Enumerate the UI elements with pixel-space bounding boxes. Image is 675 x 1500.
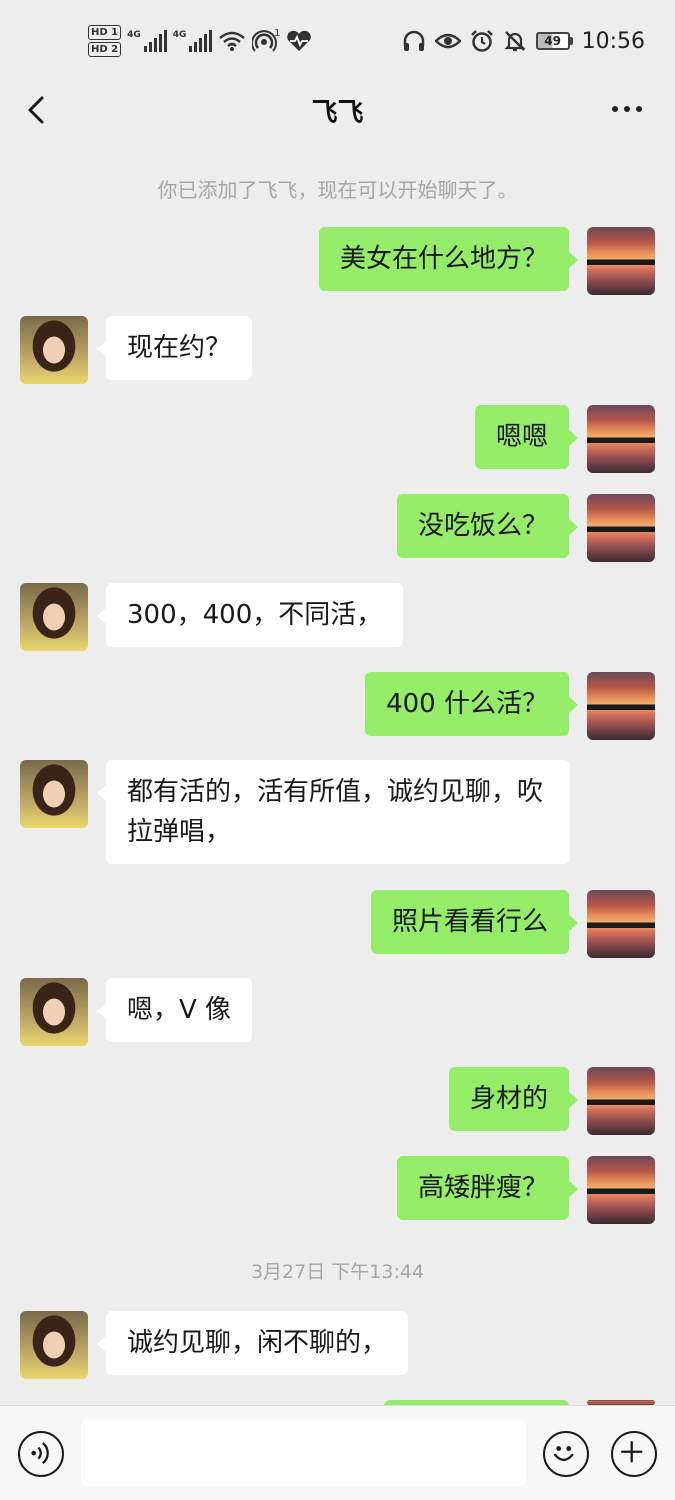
status-bar-left: HD 1 HD 2 4G 4G 1 — [88, 22, 312, 60]
network-type-label-2: 4G — [172, 30, 187, 40]
plus-icon — [620, 1440, 643, 1463]
message-bubble-received[interactable]: 现在约？ — [96, 316, 253, 380]
contact-avatar[interactable] — [20, 583, 88, 651]
message-bubble-sent[interactable]: 身材的 — [448, 1067, 579, 1131]
contact-avatar[interactable] — [20, 316, 88, 384]
more-dot-icon — [624, 106, 630, 112]
hotspot-icon: 1 — [252, 28, 280, 52]
my-avatar[interactable] — [587, 672, 655, 740]
more-dot-icon — [636, 106, 642, 112]
my-avatar[interactable] — [587, 1067, 655, 1135]
message-bubble-sent[interactable]: 400 什么活？ — [365, 672, 578, 736]
my-avatar[interactable] — [587, 494, 655, 562]
my-avatar[interactable] — [587, 405, 655, 473]
eye-comfort-icon — [434, 33, 461, 49]
contact-avatar[interactable] — [20, 1311, 88, 1379]
system-notice: 你已添加了飞飞，现在可以开始聊天了。 — [157, 178, 518, 202]
battery-icon: 49 — [535, 32, 573, 50]
message-bubble-received[interactable]: 300，400，不同活， — [96, 583, 404, 647]
message-text-input[interactable] — [81, 1420, 526, 1486]
message-bubble-received[interactable]: 诚约见聊，闲不聊的， — [96, 1311, 409, 1375]
more-functions-button[interactable] — [611, 1431, 657, 1477]
message-bubble-sent[interactable]: 照片看看行么 — [370, 890, 579, 954]
message-bubble-received[interactable]: 都有活的，活有所值，诚约见聊，吹拉弹唱， — [97, 760, 570, 864]
hd-sim2-badge: HD 2 — [88, 42, 122, 57]
message-timestamp: 3月27日 下午13:44 — [250, 1261, 425, 1283]
message-bubble-sent[interactable]: 嗯嗯 — [474, 405, 579, 469]
status-bar: HD 1 HD 2 4G 4G 1 49 10:56 — [0, 0, 675, 80]
my-avatar[interactable] — [587, 1156, 655, 1224]
more-options-button[interactable] — [607, 94, 647, 124]
status-time: 10:56 — [581, 28, 645, 54]
my-avatar[interactable] — [587, 890, 655, 958]
status-bar-right: 49 10:56 — [402, 24, 645, 58]
chat-title: 飞飞 — [311, 98, 364, 128]
headphones-icon — [403, 30, 424, 51]
voice-icon — [31, 1442, 49, 1465]
my-avatar[interactable] — [587, 227, 655, 295]
wifi-icon — [219, 31, 246, 51]
more-dot-icon — [612, 106, 618, 112]
voice-input-button[interactable] — [18, 1431, 64, 1477]
network-type-label: 4G — [127, 30, 141, 40]
alarm-icon — [470, 30, 493, 52]
contact-avatar[interactable] — [20, 978, 88, 1046]
message-bubble-sent[interactable]: 美女在什么地方？ — [318, 227, 579, 291]
hd-indicators: HD 1 HD 2 — [88, 25, 122, 57]
contact-avatar[interactable] — [20, 760, 88, 828]
chat-message-list[interactable]: 你已添加了飞飞，现在可以开始聊天了。 美女在什么地方？ 现在约？ 嗯嗯 没吃饭么… — [0, 140, 675, 1405]
battery-level: 49 — [535, 32, 570, 50]
smiley-icon — [553, 1446, 574, 1462]
signal-sim2-icon: 4G — [173, 30, 213, 52]
message-bubble-sent[interactable]: 没吃饭么？ — [396, 494, 579, 558]
chat-header: 飞飞 — [0, 80, 675, 140]
signal-sim1-icon: 4G — [127, 30, 167, 52]
hotspot-count: 1 — [274, 28, 280, 39]
hd-sim1-badge: HD 1 — [88, 25, 122, 40]
message-bubble-received[interactable]: 嗯，V 像 — [96, 978, 253, 1042]
emoji-button[interactable] — [543, 1431, 589, 1477]
health-heart-icon — [287, 30, 312, 51]
message-input-bar — [0, 1405, 675, 1500]
mute-bell-icon — [503, 31, 526, 52]
message-bubble-sent[interactable]: 高矮胖瘦？ — [396, 1156, 579, 1220]
